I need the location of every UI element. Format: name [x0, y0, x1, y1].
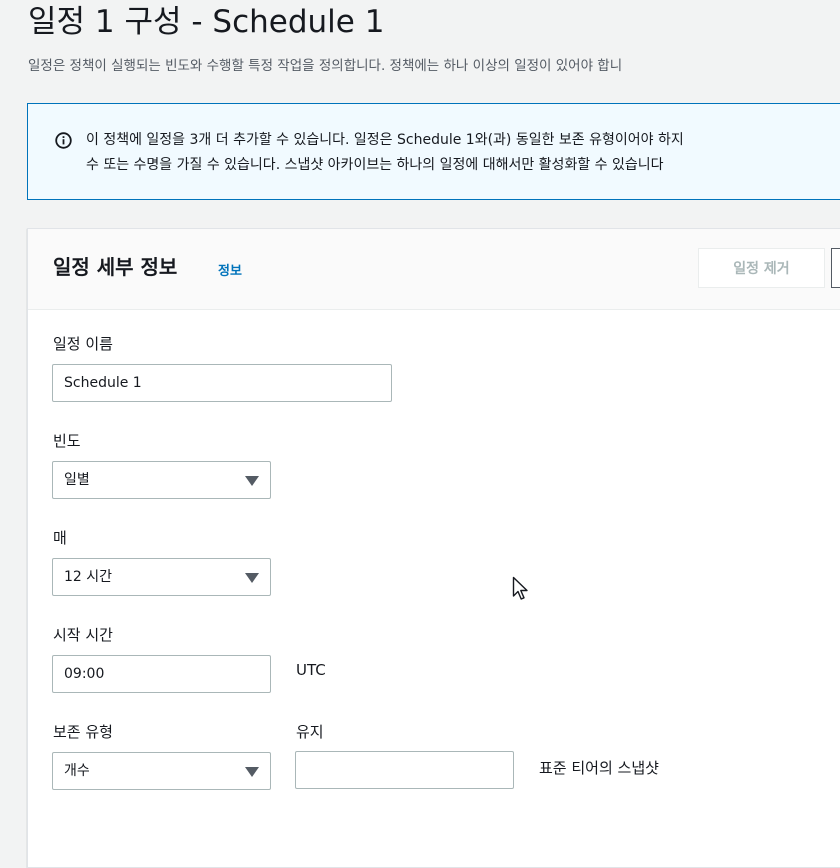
frequency-value: 일별: [64, 472, 90, 488]
retain-input[interactable]: [295, 751, 514, 789]
every-value: 12 시간: [64, 569, 113, 585]
frequency-select[interactable]: 일별: [52, 461, 271, 499]
alert-message: 이 정책에 일정을 3개 더 추가할 수 있습니다. 일정은 Schedule …: [86, 128, 684, 178]
every-label: 매: [53, 529, 67, 547]
every-select[interactable]: 12 시간: [52, 558, 271, 596]
panel-header: 일정 세부 정보 정보 일정 제거: [28, 229, 840, 310]
mouse-pointer-icon: [512, 576, 528, 600]
info-link[interactable]: 정보: [218, 260, 242, 279]
schedule-name-input[interactable]: Schedule 1: [52, 364, 392, 402]
timezone-label: UTC: [296, 661, 326, 679]
start-time-input[interactable]: 09:00: [52, 655, 271, 693]
page-description: 일정은 정책이 실행되는 빈도와 수행할 특정 작업을 정의합니다. 정책에는 …: [28, 58, 623, 74]
frequency-label: 빈도: [53, 432, 81, 450]
remove-schedule-button[interactable]: 일정 제거: [698, 248, 825, 288]
alert-line-1: 이 정책에 일정을 3개 더 추가할 수 있습니다. 일정은 Schedule …: [86, 132, 684, 148]
caret-down-icon: [245, 476, 259, 486]
retention-type-select[interactable]: 개수: [52, 752, 271, 790]
retention-type-value: 개수: [64, 763, 90, 779]
page-title: 일정 1 구성 - Schedule 1: [28, 4, 385, 40]
schedule-details-panel: 일정 세부 정보 정보 일정 제거 일정 이름 Schedule 1 빈도 일별…: [27, 228, 840, 868]
alert-line-2: 수 또는 수명을 가질 수 있습니다. 스냅샷 아카이브는 하나의 일정에 대해…: [86, 157, 664, 173]
retention-type-label: 보존 유형: [53, 723, 113, 741]
start-time-label: 시작 시간: [53, 626, 113, 644]
panel-action-button[interactable]: [831, 248, 840, 288]
retain-label: 유지: [296, 723, 324, 741]
retain-unit-label: 표준 티어의 스냅샷: [539, 759, 659, 777]
info-alert: 이 정책에 일정을 3개 더 추가할 수 있습니다. 일정은 Schedule …: [27, 103, 840, 200]
info-circle-icon: [55, 132, 72, 149]
caret-down-icon: [245, 573, 259, 583]
caret-down-icon: [245, 767, 259, 777]
schedule-name-label: 일정 이름: [53, 335, 113, 353]
panel-title: 일정 세부 정보: [53, 255, 178, 279]
